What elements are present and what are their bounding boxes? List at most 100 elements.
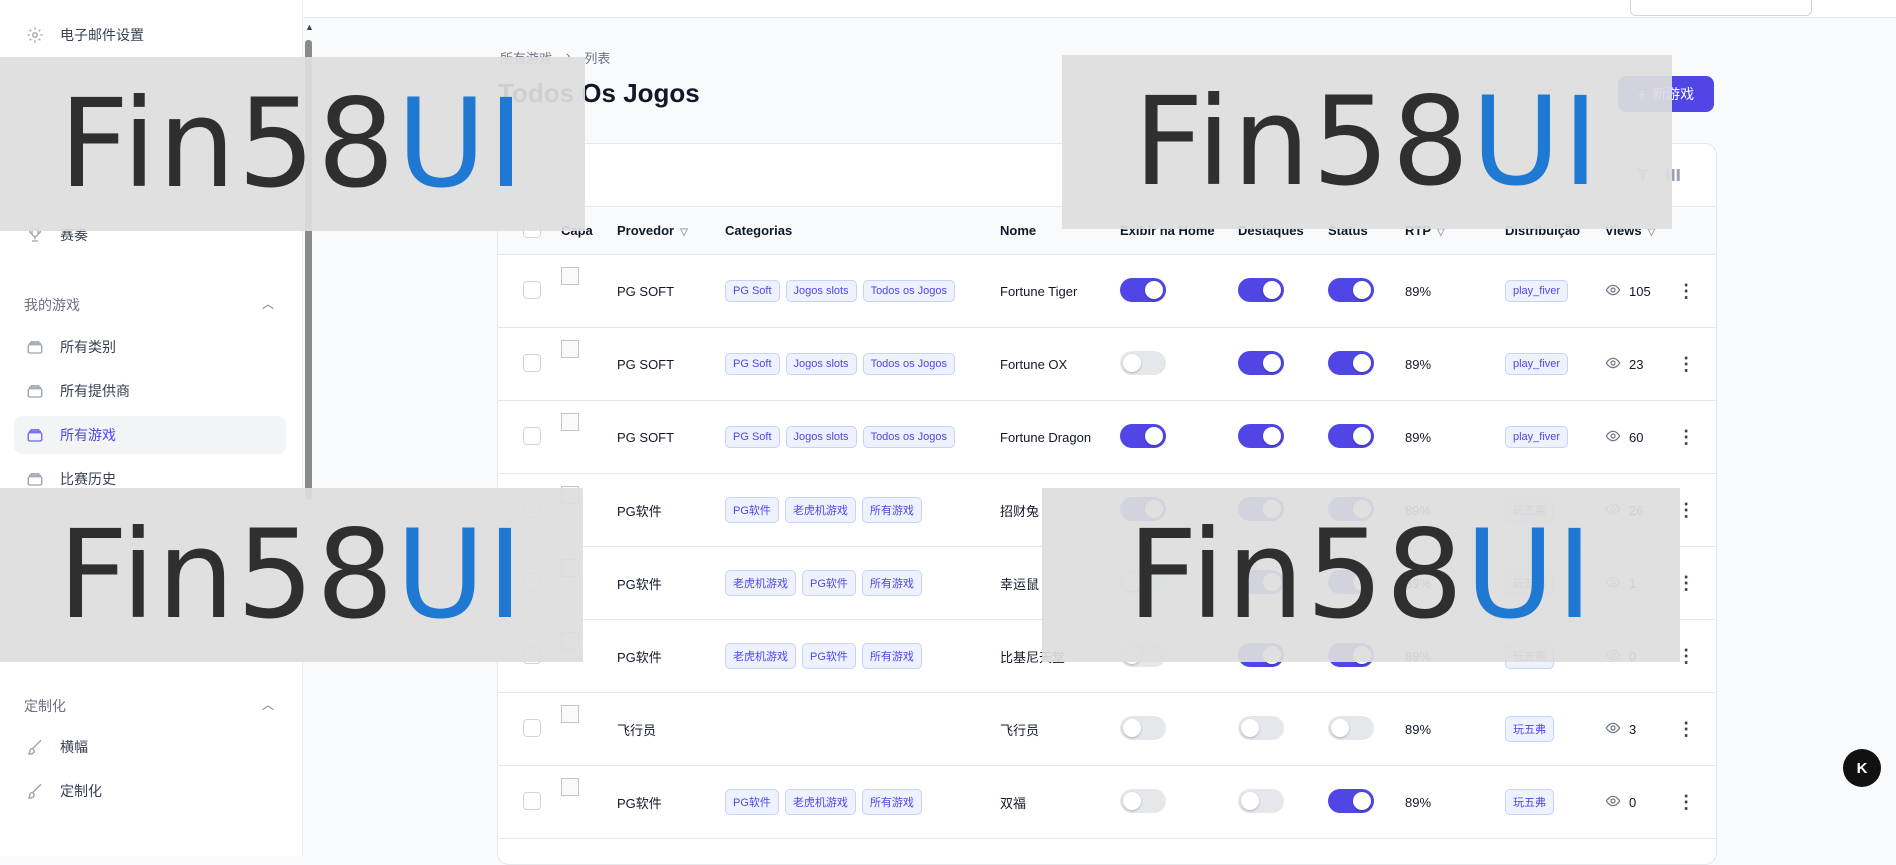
game-cover-image xyxy=(561,339,579,358)
toggle-knob xyxy=(1123,791,1141,810)
sidebar-item-banner[interactable]: 横幅 xyxy=(14,728,286,766)
row-checkbox[interactable] xyxy=(523,280,541,299)
toggle-switch[interactable] xyxy=(1328,277,1374,302)
category-tag: Todos os Jogos xyxy=(862,353,955,375)
toggle-switch[interactable] xyxy=(1238,423,1284,448)
row-checkbox[interactable] xyxy=(523,791,541,810)
views-count: 0 xyxy=(1629,794,1637,810)
views-cell: 0 xyxy=(1605,793,1655,812)
game-name-cell: Fortune Dragon xyxy=(1000,429,1092,445)
categories-cell: 老虎机游戏 PG软件 所有游戏 xyxy=(724,620,999,693)
sidebar-item-label: 比赛历史 xyxy=(60,471,116,487)
toggle-switch[interactable] xyxy=(1120,715,1166,740)
eye-icon xyxy=(1605,282,1621,301)
toggle-switch[interactable] xyxy=(1120,788,1166,813)
search-input[interactable] xyxy=(1630,0,1812,16)
toggle-knob xyxy=(1331,718,1349,737)
rtp-cell: 89% xyxy=(1405,356,1432,372)
toggle-switch[interactable] xyxy=(1238,350,1284,375)
sidebar-item-all-games[interactable]: 所有游戏 xyxy=(14,416,286,454)
toggle-knob xyxy=(1263,280,1281,299)
row-checkbox[interactable] xyxy=(523,353,541,372)
provider-cell: PG软件 xyxy=(617,503,662,519)
views-cell: 105 xyxy=(1605,282,1655,301)
game-name-cell: 双福 xyxy=(1000,795,1027,811)
views-cell: 3 xyxy=(1605,720,1655,739)
toggle-switch[interactable] xyxy=(1120,350,1166,375)
toggle-switch[interactable] xyxy=(1328,715,1374,740)
category-tag: 老虎机游戏 xyxy=(784,497,856,523)
category-tag: 所有游戏 xyxy=(861,570,922,596)
watermark: Fin58 UI xyxy=(0,488,583,662)
row-actions-menu-icon[interactable]: ⋮ xyxy=(1656,401,1716,474)
toggle-switch[interactable] xyxy=(1238,788,1284,813)
sidebar-item-label: 所有提供商 xyxy=(60,383,130,399)
category-tag: PG软件 xyxy=(802,643,856,669)
chevron-up-icon: ︿ xyxy=(261,698,274,712)
sidebar-item-label: 电子邮件设置 xyxy=(60,27,144,43)
eye-icon xyxy=(1605,355,1621,374)
row-checkbox[interactable] xyxy=(523,718,541,737)
sidebar-item-label: 所有游戏 xyxy=(60,427,116,443)
toggle-switch[interactable] xyxy=(1328,350,1374,375)
brush-icon xyxy=(24,736,46,758)
sidebar-item-all-categories[interactable]: 所有类别 xyxy=(14,328,286,366)
breadcrumb-current: 列表 xyxy=(584,51,611,66)
category-tag: PG软件 xyxy=(725,789,779,815)
category-tag: 所有游戏 xyxy=(861,497,922,523)
sidebar-group-my-games[interactable]: 我的游戏 ︿ xyxy=(24,295,274,315)
gear-icon xyxy=(24,24,46,46)
toggle-knob xyxy=(1241,718,1259,737)
row-actions-menu-icon[interactable]: ⋮ xyxy=(1656,766,1716,839)
views-cell: 23 xyxy=(1605,355,1655,374)
views-count: 3 xyxy=(1629,721,1637,737)
toggle-switch[interactable] xyxy=(1120,277,1166,302)
distribution-badge: play_fiver xyxy=(1505,353,1569,375)
floating-help-button[interactable]: K xyxy=(1843,749,1881,787)
scroll-up-arrow-icon[interactable]: ▲ xyxy=(305,22,314,32)
toggle-knob xyxy=(1263,426,1281,445)
distribution-badge: 玩五弗 xyxy=(1505,716,1554,742)
toggle-switch[interactable] xyxy=(1328,788,1374,813)
categories-cell: PG Soft Jogos slots Todos os Jogos xyxy=(724,401,999,474)
rtp-cell: 89% xyxy=(1405,794,1432,810)
game-cover-image xyxy=(561,412,579,431)
toggle-switch[interactable] xyxy=(1238,715,1284,740)
categories-cell: 老虎机游戏 PG软件 所有游戏 xyxy=(724,547,999,620)
sidebar-item-email-settings[interactable]: 电子邮件设置 xyxy=(14,16,286,54)
category-tag: 所有游戏 xyxy=(861,643,922,669)
provider-cell: 飞行员 xyxy=(617,722,657,738)
toggle-switch[interactable] xyxy=(1328,423,1374,448)
toggle-knob xyxy=(1353,280,1371,299)
provider-cell: PG软件 xyxy=(617,576,662,592)
row-actions-menu-icon[interactable]: ⋮ xyxy=(1656,693,1716,766)
watermark: Fin58 UI xyxy=(1062,55,1672,229)
toggle-switch[interactable] xyxy=(1120,423,1166,448)
sidebar-item-customization[interactable]: 定制化 xyxy=(14,772,286,810)
category-tag: PG Soft xyxy=(725,280,780,302)
provider-cell: PG软件 xyxy=(617,795,662,811)
toggle-knob xyxy=(1145,280,1163,299)
table-row: PG软件 PG软件 老虎机游戏 所有游戏 双福 89% 玩五弗 0 ⋮ xyxy=(498,766,1716,839)
rtp-cell: 89% xyxy=(1405,721,1432,737)
sidebar-group-title: 我的游戏 xyxy=(24,297,80,313)
game-name-cell: Fortune Tiger xyxy=(1000,283,1078,299)
watermark: Fin58 UI xyxy=(1042,488,1680,662)
game-cover-image xyxy=(561,266,579,285)
row-checkbox[interactable] xyxy=(523,426,541,445)
column-header-provider[interactable]: Provedor ▽ xyxy=(616,207,724,255)
toggle-knob xyxy=(1263,353,1281,372)
sidebar-item-label: 所有类别 xyxy=(60,339,116,355)
category-tag: Jogos slots xyxy=(785,280,857,302)
category-tag: PG软件 xyxy=(725,497,779,523)
provider-cell: PG SOFT xyxy=(617,429,675,445)
eye-icon xyxy=(1605,793,1621,812)
sidebar-item-all-providers[interactable]: 所有提供商 xyxy=(14,372,286,410)
game-name-cell: 飞行员 xyxy=(1000,722,1040,738)
category-tag: PG软件 xyxy=(802,570,856,596)
row-actions-menu-icon[interactable]: ⋮ xyxy=(1656,255,1716,328)
sidebar-group-customization[interactable]: 定制化 ︿ xyxy=(24,696,274,716)
toggle-knob xyxy=(1123,718,1141,737)
toggle-switch[interactable] xyxy=(1238,277,1284,302)
row-actions-menu-icon[interactable]: ⋮ xyxy=(1656,328,1716,401)
